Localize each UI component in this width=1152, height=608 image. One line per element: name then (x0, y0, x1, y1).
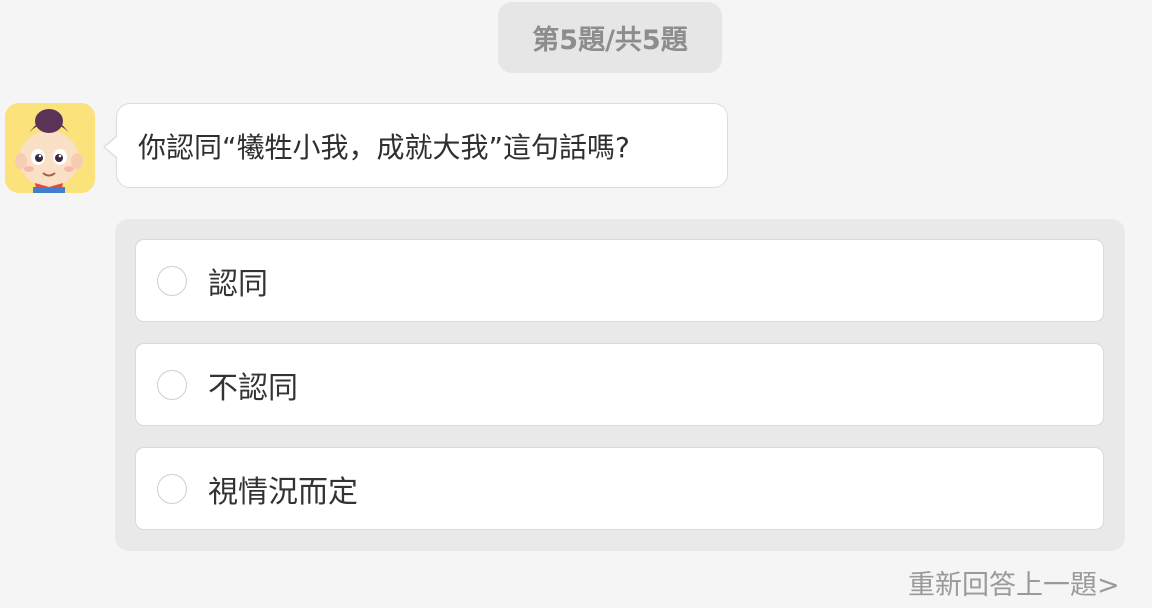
avatar (5, 103, 95, 193)
radio-button[interactable] (157, 369, 187, 400)
question-progress-badge: 第5題/共5題 (498, 2, 722, 73)
question-bubble: 你認同“犧牲小我，成就大我”這句話嗎? (116, 103, 728, 188)
option-label: 不認同 (208, 370, 298, 406)
radio-button[interactable] (157, 473, 187, 504)
option-label: 視情況而定 (208, 474, 358, 510)
options-panel: 認同 不認同 視情況而定 (115, 219, 1125, 551)
cartoon-character-icon (5, 103, 95, 193)
bubble-tail-fill (105, 136, 118, 158)
radio-button[interactable] (157, 265, 187, 296)
question-text: 你認同“犧牲小我，成就大我”這句話嗎? (138, 130, 630, 164)
progress-text: 第5題/共5題 (532, 25, 688, 56)
redo-previous-question-link[interactable]: 重新回答上一題> (908, 563, 1120, 602)
option-label: 認同 (208, 266, 268, 302)
option-depends[interactable]: 視情況而定 (135, 447, 1104, 530)
option-disagree[interactable]: 不認同 (135, 343, 1104, 426)
option-agree[interactable]: 認同 (135, 239, 1104, 322)
